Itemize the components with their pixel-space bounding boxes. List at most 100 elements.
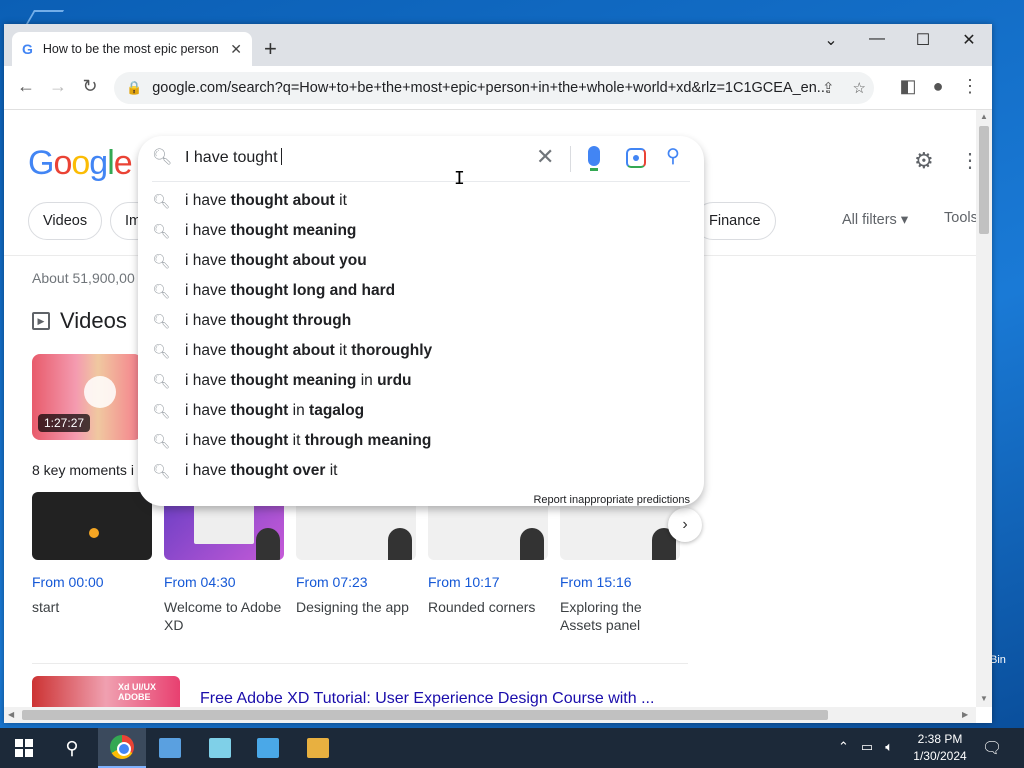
moment-item[interactable]: From 00:00 start [32,492,152,616]
tab-title: How to be the most epic person [42,42,219,56]
taskbar: ⚲ ⌃ ▭ 🔈︎ 2:38 PM 1/30/2024 🗨︎ [0,728,1024,768]
google-results-page: Google ⚙ ⋮⋮ Videos Im Finance All filter… [4,110,976,707]
suggestion-text[interactable]: i have thought meaning in urdu [185,372,412,390]
report-predictions-link[interactable]: Report inappropriate predictions [533,494,690,506]
google-logo[interactable]: Google [28,144,133,183]
suggestion-item[interactable]: 🔍︎ i have thought meaning in urdu [138,366,704,396]
search-suggestions-popup: 🔍︎ I have tought ✕ ⚲ 🔍︎ i have thought ab… [138,136,704,506]
vertical-scrollbar[interactable]: ▲ ▼ [976,110,992,707]
search-icon: 🔍︎ [152,149,173,166]
play-button-icon[interactable] [84,376,116,408]
close-window-button[interactable]: ✕ [946,30,992,50]
suggestion-item[interactable]: 🔍︎ i have thought in tagalog [138,396,704,426]
maximize-button[interactable]: ☐ [900,30,946,50]
chrome-menu-icon[interactable]: ⋮ [958,76,982,97]
suggestion-text[interactable]: i have thought about you [185,252,367,270]
suggestion-item[interactable]: 🔍︎ i have thought long and hard [138,276,704,306]
main-video-thumbnail[interactable]: 1:27:27 [32,354,142,440]
suggestion-text[interactable]: i have thought about it [185,192,347,210]
taskbar-app-computer[interactable] [146,728,194,768]
search-icon: 🔍︎ [152,342,171,359]
search-box-separator [570,146,571,172]
taskbar-search-button[interactable]: ⚲ [48,728,96,768]
new-tab-button[interactable]: + [264,36,277,62]
search-icon: 🔍︎ [152,372,171,389]
chip-videos[interactable]: Videos [28,202,103,240]
videos-heading: ▶ Videos [32,308,127,334]
taskbar-app-control-panel[interactable] [244,728,292,768]
suggestion-text[interactable]: i have thought long and hard [185,282,395,300]
suggestion-text[interactable]: i have thought in tagalog [185,402,364,420]
reload-icon[interactable]: ↻ [78,76,102,97]
notifications-icon[interactable]: 🗨︎ [982,738,1002,758]
control-panel-icon [257,738,279,758]
suggestion-item[interactable]: 🔍︎ i have thought it through meaning [138,426,704,456]
search-icon: 🔍︎ [152,222,171,239]
clock[interactable]: 2:38 PM 1/30/2024 [908,731,972,765]
search-box[interactable]: 🔍︎ I have tought ✕ ⚲ [138,136,704,180]
lock-icon[interactable]: 🔒 [126,80,142,96]
tools-button[interactable]: Tools [944,210,976,226]
suggestion-text[interactable]: i have thought through [185,312,351,330]
suggestion-item[interactable]: 🔍︎ i have thought about it thoroughly [138,336,704,366]
share-icon[interactable]: ⇪ [822,79,835,97]
suggestion-text[interactable]: i have thought meaning [185,222,356,240]
suggestion-item[interactable]: 🔍︎ i have thought through [138,306,704,336]
moment-item[interactable]: From 10:17 Rounded corners [428,492,548,616]
video-duration: 1:27:27 [38,414,91,432]
moment-item[interactable]: From 07:23 Designing the app [296,492,416,616]
volume-muted-icon[interactable]: 🔈︎ [885,739,893,755]
search-submit-icon[interactable]: ⚲ [666,145,680,168]
package-icon [307,738,329,758]
profile-avatar-icon[interactable]: ● [926,76,950,97]
browser-toolbar: ← → ↻ 🔒 google.com/search?q=How+to+be+th… [4,66,992,110]
suggestion-item[interactable]: 🔍︎ i have thought meaning [138,216,704,246]
suggest-separator [152,181,690,182]
google-lens-icon[interactable] [626,148,646,168]
back-arrow-icon[interactable]: ← [14,76,38,97]
google-apps-grid-icon[interactable]: ⋮⋮ [960,148,976,173]
show-hidden-icons-chevron-icon[interactable]: ⌃ [838,739,849,755]
side-panel-icon[interactable]: ◧ [896,76,920,97]
search-icon: 🔍︎ [152,462,171,479]
close-tab-icon[interactable]: ✕ [230,41,242,58]
desktop-shortcut-icon[interactable] [25,10,65,24]
address-bar[interactable]: 🔒 google.com/search?q=How+to+be+the+most… [114,72,874,104]
suggestion-item[interactable]: 🔍︎ i have thought about you [138,246,704,276]
result-thumbnail[interactable]: Xd UI/UX ADOBE [32,676,180,707]
video-play-icon: ▶ [32,312,50,330]
moment-item[interactable]: From 15:16 Exploring the Assets panel [560,492,680,634]
forward-arrow-icon[interactable]: → [46,76,70,97]
carousel-next-chevron-icon[interactable]: › [668,508,702,542]
taskbar-app-notebook[interactable] [196,728,244,768]
url-text[interactable]: google.com/search?q=How+to+be+the+most+e… [152,80,832,96]
all-filters-button[interactable]: All filters ▾ [842,212,908,228]
vertical-scroll-thumb[interactable] [979,126,989,234]
search-icon: 🔍︎ [152,312,171,329]
system-tray: ⌃ ▭ 🔈︎ [838,739,893,755]
suggestion-text[interactable]: i have thought over it [185,462,337,480]
horizontal-scrollbar[interactable]: ◀ ▶ [4,707,976,723]
suggestion-item[interactable]: 🔍︎ i have thought over it [138,456,704,486]
recycle-bin-label[interactable]: Bin [990,654,1006,666]
moment-thumbnail[interactable] [32,492,152,560]
clear-search-icon[interactable]: ✕ [536,144,554,170]
taskbar-chrome[interactable] [98,728,146,768]
tab-search-icon[interactable]: ⌄ [808,30,854,50]
search-input[interactable]: I have tought [185,148,282,167]
chip-finance[interactable]: Finance [694,202,776,240]
minimize-button[interactable]: — [854,30,900,48]
voice-search-mic-icon[interactable] [588,146,600,171]
bookmark-star-icon[interactable]: ☆ [853,79,866,97]
suggestion-text[interactable]: i have thought about it thoroughly [185,342,432,360]
result-title-link[interactable]: Free Adobe XD Tutorial: User Experience … [200,690,654,707]
start-button[interactable] [0,728,48,768]
network-icon[interactable]: ▭ [861,739,873,755]
taskbar-app-package[interactable] [294,728,342,768]
suggestion-item[interactable]: 🔍︎ i have thought about it [138,186,704,216]
suggestion-text[interactable]: i have thought it through meaning [185,432,431,450]
moment-item[interactable]: From 04:30 Welcome to Adobe XD [164,492,284,634]
horizontal-scroll-thumb[interactable] [22,710,828,720]
tab-active[interactable]: G How to be the most epic person ✕ [12,32,252,66]
settings-gear-icon[interactable]: ⚙ [914,148,934,174]
